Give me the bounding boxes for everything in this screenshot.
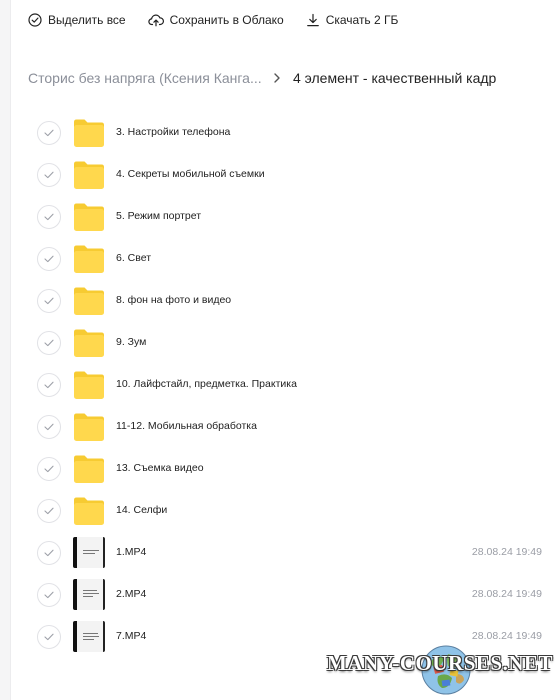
- folder-icon: [74, 287, 104, 315]
- item-name: 13. Съемка видео: [116, 462, 204, 474]
- check-circle-icon: [28, 13, 42, 27]
- item-date: 28.08.24 19:49: [471, 546, 542, 558]
- list-item[interactable]: 2.MP4 28.08.24 19:49: [0, 574, 555, 616]
- cloud-upload-icon: [147, 14, 164, 27]
- checkmark-icon: [44, 255, 54, 263]
- list-item[interactable]: 3. Настройки телефона: [0, 112, 555, 154]
- checkmark-icon: [44, 297, 54, 305]
- item-name: 9. Зум: [116, 336, 147, 348]
- item-date: 28.08.24 19:49: [471, 588, 542, 600]
- watermark: MANY-COURSES.NET: [327, 638, 553, 696]
- item-name: 2.MP4: [116, 588, 147, 600]
- checkmark-icon: [44, 381, 54, 389]
- select-checkbox[interactable]: [37, 541, 61, 565]
- item-name: 5. Режим портрет: [116, 210, 202, 222]
- item-name: 10. Лайфстайл, предметка. Практика: [116, 378, 297, 390]
- folder-icon: [74, 245, 104, 273]
- select-all-button[interactable]: Выделить все: [28, 13, 126, 27]
- select-checkbox[interactable]: [37, 415, 61, 439]
- video-thumbnail: [73, 537, 105, 568]
- checkmark-icon: [44, 339, 54, 347]
- item-name: 7.MP4: [116, 630, 147, 642]
- item-name: 4. Секреты мобильной съемки: [116, 168, 265, 180]
- select-checkbox[interactable]: [37, 163, 61, 187]
- select-checkbox[interactable]: [37, 625, 61, 649]
- folder-icon: [74, 371, 104, 399]
- list-item[interactable]: 8. фон на фото и видео: [0, 280, 555, 322]
- item-name: 3. Настройки телефона: [116, 126, 231, 138]
- checkmark-icon: [44, 507, 54, 515]
- list-item[interactable]: 10. Лайфстайл, предметка. Практика: [0, 364, 555, 406]
- breadcrumb-current: 4 элемент - качественный кадр: [293, 70, 497, 86]
- list-item[interactable]: 9. Зум: [0, 322, 555, 364]
- checkmark-icon: [44, 591, 54, 599]
- select-checkbox[interactable]: [37, 289, 61, 313]
- item-name: 1.MP4: [116, 546, 147, 558]
- select-checkbox[interactable]: [37, 373, 61, 397]
- video-thumbnail: [73, 579, 105, 610]
- checkmark-icon: [44, 633, 54, 641]
- select-checkbox[interactable]: [37, 121, 61, 145]
- list-item[interactable]: 6. Свет: [0, 238, 555, 280]
- folder-icon: [74, 203, 104, 231]
- download-icon: [306, 13, 319, 27]
- select-all-label: Выделить все: [48, 13, 126, 27]
- download-label: Скачать 2 ГБ: [325, 13, 399, 27]
- item-name: 8. фон на фото и видео: [116, 294, 232, 306]
- list-item[interactable]: 5. Режим портрет: [0, 196, 555, 238]
- select-checkbox[interactable]: [37, 205, 61, 229]
- list-item[interactable]: 11-12. Мобильная обработка: [0, 406, 555, 448]
- folder-icon: [74, 455, 104, 483]
- checkmark-icon: [44, 129, 54, 137]
- item-name: 6. Свет: [116, 252, 152, 264]
- list-item[interactable]: 1.MP4 28.08.24 19:49: [0, 532, 555, 574]
- checkmark-icon: [44, 423, 54, 431]
- folder-icon: [74, 329, 104, 357]
- select-checkbox[interactable]: [37, 247, 61, 271]
- folder-icon: [74, 497, 104, 525]
- folder-icon: [74, 119, 104, 147]
- breadcrumb: Сторис без напряга (Ксения Канга... 4 эл…: [28, 68, 548, 88]
- video-thumbnail: [73, 621, 105, 652]
- checkmark-icon: [44, 213, 54, 221]
- breadcrumb-parent-link[interactable]: Сторис без напряга (Ксения Канга...: [28, 70, 263, 86]
- item-name: 14. Селфи: [116, 504, 168, 516]
- download-button[interactable]: Скачать 2 ГБ: [306, 13, 399, 27]
- toolbar: Выделить все Сохранить в Облако Скачать …: [28, 10, 420, 30]
- select-checkbox[interactable]: [37, 457, 61, 481]
- save-to-cloud-label: Сохранить в Облако: [169, 13, 284, 27]
- item-name: 11-12. Мобильная обработка: [116, 420, 257, 432]
- chevron-right-icon: [273, 73, 281, 83]
- folder-icon: [74, 413, 104, 441]
- list-item[interactable]: 4. Секреты мобильной съемки: [0, 154, 555, 196]
- select-checkbox[interactable]: [37, 583, 61, 607]
- select-checkbox[interactable]: [37, 499, 61, 523]
- folder-icon: [74, 161, 104, 189]
- checkmark-icon: [44, 549, 54, 557]
- save-to-cloud-button[interactable]: Сохранить в Облако: [147, 13, 284, 27]
- list-item[interactable]: 13. Съемка видео: [0, 448, 555, 490]
- list-item[interactable]: 14. Селфи: [0, 490, 555, 532]
- checkmark-icon: [44, 171, 54, 179]
- checkmark-icon: [44, 465, 54, 473]
- file-list: 3. Настройки телефона 4. Секреты мобильн…: [0, 112, 555, 658]
- watermark-text: MANY-COURSES.NET: [327, 651, 554, 675]
- select-checkbox[interactable]: [37, 331, 61, 355]
